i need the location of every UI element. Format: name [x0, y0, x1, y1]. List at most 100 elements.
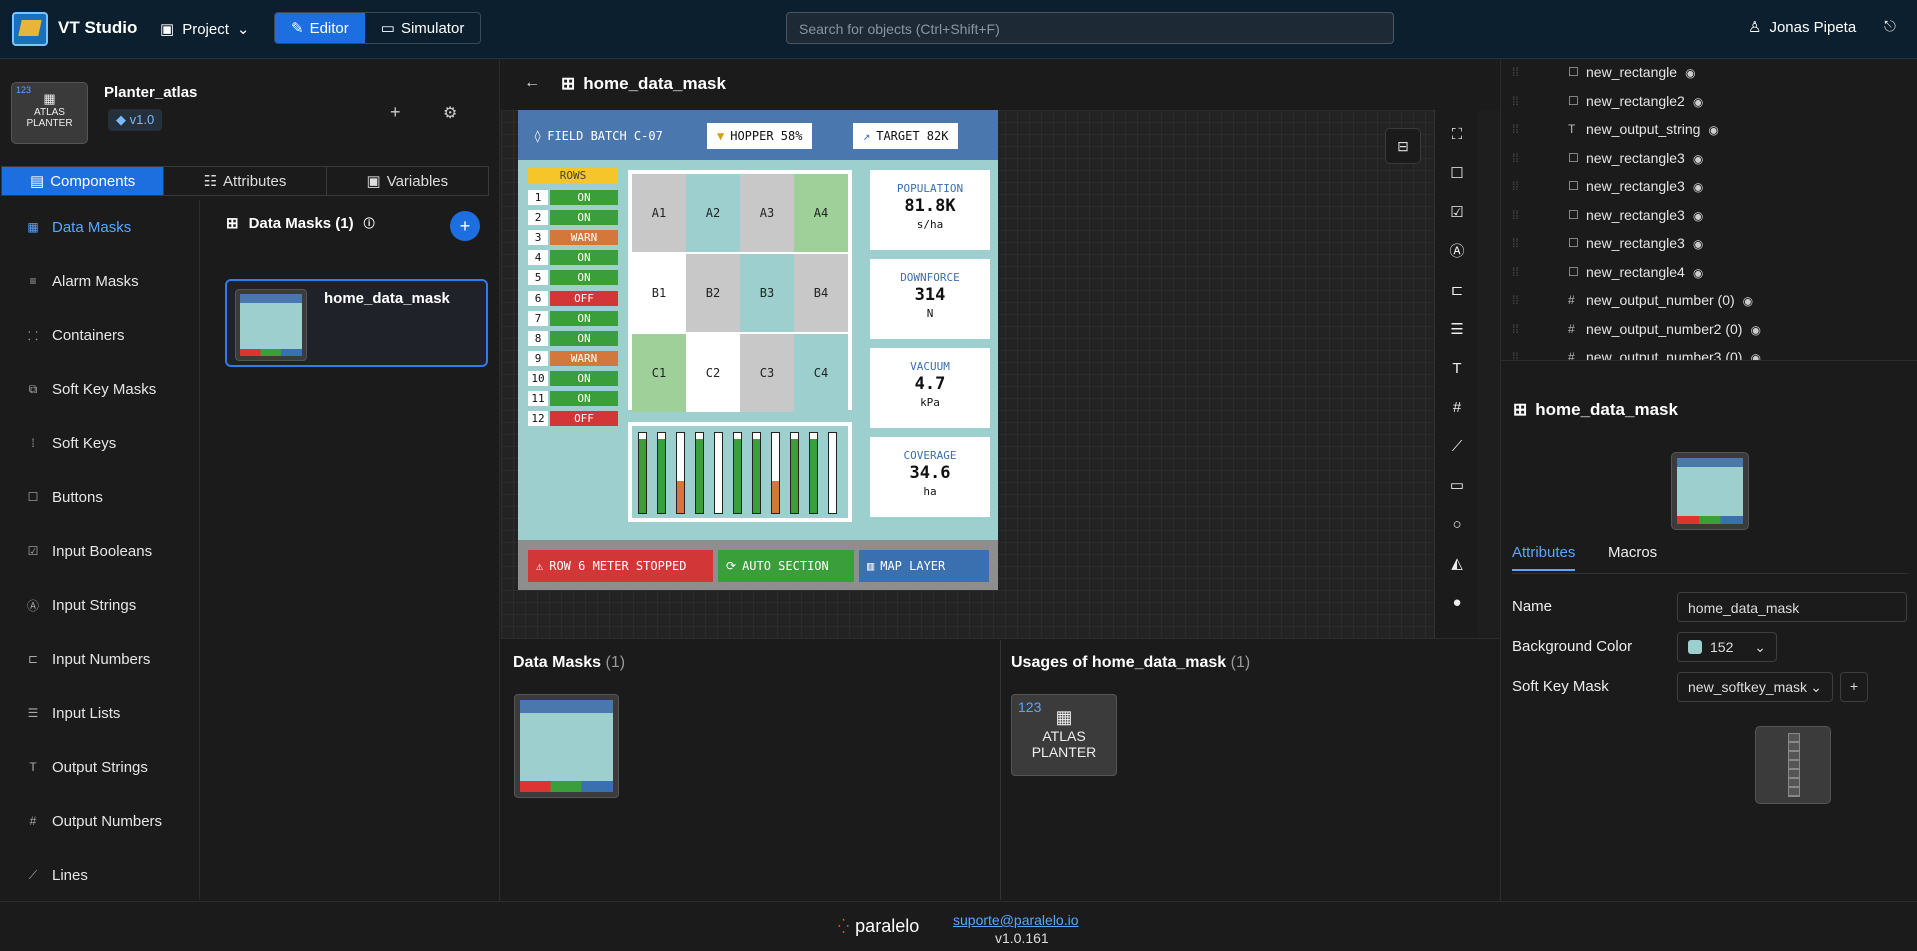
- name-input[interactable]: home_data_mask: [1677, 592, 1907, 622]
- eye-icon[interactable]: ◉: [1750, 323, 1760, 337]
- nav-item-input-lists[interactable]: ☰ Input Lists: [0, 686, 199, 740]
- meter-tool-icon[interactable]: ●: [1435, 584, 1479, 622]
- eye-icon[interactable]: ◉: [1693, 180, 1703, 194]
- input-string-tool-icon[interactable]: Ⓐ: [1435, 233, 1479, 271]
- soft-key-mask-thumbnail[interactable]: [1755, 726, 1831, 804]
- eye-icon[interactable]: ◉: [1743, 294, 1753, 308]
- button-tool-icon[interactable]: ☐: [1435, 155, 1479, 193]
- eye-icon[interactable]: ◉: [1693, 152, 1703, 166]
- nav-item-input-strings[interactable]: Ⓐ Input Strings: [0, 578, 199, 632]
- eye-icon[interactable]: ◉: [1693, 266, 1703, 280]
- line-tool-icon[interactable]: ⟋: [1435, 428, 1479, 466]
- drag-handle-icon[interactable]: ⁞⁞: [1512, 122, 1519, 136]
- tab-variables[interactable]: ▣ Variables: [327, 167, 488, 195]
- fullscreen-icon[interactable]: ⛶: [1435, 116, 1479, 154]
- drag-handle-icon[interactable]: ⁞⁞: [1512, 179, 1519, 193]
- usage-card[interactable]: 123 ▦ ATLAS PLANTER: [1011, 694, 1117, 776]
- align-icon[interactable]: ⊟: [1385, 128, 1421, 164]
- nav-item-soft-keys[interactable]: ⁞ Soft Keys: [0, 416, 199, 470]
- row-state: ON: [550, 391, 618, 406]
- data-masks-heading: ⊞ Data Masks (1) ⓘ: [226, 214, 375, 233]
- support-email-link[interactable]: suporte@paralelo.io: [953, 912, 1079, 928]
- add-icon[interactable]: +: [390, 102, 401, 123]
- search-input[interactable]: Search for objects (Ctrl+Shift+F): [786, 12, 1394, 44]
- eye-icon[interactable]: ◉: [1693, 237, 1703, 251]
- tree-item[interactable]: ⁞⁞ ☐ new_rectangle3 ◉: [1500, 229, 1917, 257]
- tree-item[interactable]: ⁞⁞ # new_output_number (0) ◉: [1500, 286, 1917, 314]
- add-soft-key-mask-button[interactable]: +: [1840, 672, 1868, 702]
- tree-item[interactable]: ⁞⁞ ☐ new_rectangle3 ◉: [1500, 172, 1917, 200]
- nav-item-input-numbers[interactable]: ⊏ Input Numbers: [0, 632, 199, 686]
- input-number-tool-icon[interactable]: ⊏: [1435, 272, 1479, 310]
- chevron-down-icon: ⌄: [236, 21, 250, 38]
- tree-item[interactable]: ⁞⁞ ☐ new_rectangle2 ◉: [1500, 87, 1917, 115]
- nav-item-input-booleans[interactable]: ☑ Input Booleans: [0, 524, 199, 578]
- project-menu-button[interactable]: ▣ Project ⌄: [160, 16, 249, 42]
- row-stopped-button[interactable]: ⚠ ROW 6 METER STOPPED: [528, 550, 713, 582]
- mask-card-name: home_data_mask: [324, 290, 450, 307]
- eye-icon[interactable]: ◉: [1693, 95, 1703, 109]
- simulator-tab[interactable]: ▭ Simulator: [365, 13, 481, 43]
- nav-item-containers[interactable]: ⸬ Containers: [0, 308, 199, 362]
- tree-item[interactable]: ⁞⁞ ☐ new_rectangle ◉: [1500, 60, 1917, 86]
- drag-handle-icon[interactable]: ⁞⁞: [1512, 293, 1519, 307]
- ellipse-tool-icon[interactable]: ○: [1435, 506, 1479, 544]
- tree-item[interactable]: ⁞⁞ ☐ new_rectangle4 ◉: [1500, 258, 1917, 286]
- tab-attributes[interactable]: ☷ Attributes: [164, 167, 327, 195]
- nav-item-lines[interactable]: ⟋ Lines: [0, 848, 199, 902]
- drag-handle-icon[interactable]: ⁞⁞: [1512, 322, 1519, 336]
- nav-item-output-numbers[interactable]: # Output Numbers: [0, 794, 199, 848]
- project-card-number: 123: [16, 85, 32, 95]
- back-arrow-icon[interactable]: ←: [524, 74, 540, 92]
- drag-handle-icon[interactable]: ⁞⁞: [1512, 94, 1519, 108]
- eye-icon[interactable]: ◉: [1750, 351, 1760, 360]
- field-grid: A1 A2 A3 A4 B1 B2 B3 B4 C1 C2 C3 C4: [628, 170, 852, 412]
- vt-mask-preview[interactable]: ◊ FIELD BATCH C-07 ▼ HOPPER 58% ↗ TARGET 82…: [518, 110, 998, 590]
- tree-item[interactable]: ⁞⁞ ☐ new_rectangle3 ◉: [1500, 201, 1917, 229]
- warning-icon: ⚠: [536, 559, 544, 573]
- drag-handle-icon[interactable]: ⁞⁞: [1512, 265, 1519, 279]
- nav-item-buttons[interactable]: ☐ Buttons: [0, 470, 199, 524]
- soft-key-mask-select[interactable]: new_softkey_mask ⌄: [1677, 672, 1833, 702]
- row-stopped-label: ROW 6 METER STOPPED: [549, 559, 687, 573]
- nav-item-soft-key-masks[interactable]: ⧉ Soft Key Masks: [0, 362, 199, 416]
- eye-icon[interactable]: ◉: [1693, 209, 1703, 223]
- data-mask-card[interactable]: home_data_mask: [225, 279, 488, 367]
- tree-item[interactable]: ⁞⁞ # new_output_number3 (0) ◉: [1500, 343, 1917, 360]
- properties-title: ⊞ home_data_mask: [1513, 400, 1678, 420]
- map-layer-button[interactable]: ▥ MAP LAYER: [859, 550, 989, 582]
- polygon-tool-icon[interactable]: ◭: [1435, 545, 1479, 583]
- drag-handle-icon[interactable]: ⁞⁞: [1512, 350, 1519, 360]
- nav-item-output-strings[interactable]: T Output Strings: [0, 740, 199, 794]
- row-bar: [809, 432, 818, 514]
- tree-item[interactable]: ⁞⁞ ☐ new_rectangle3 ◉: [1500, 144, 1917, 172]
- list-tool-icon[interactable]: ☰: [1435, 311, 1479, 349]
- text-tool-icon[interactable]: T: [1435, 350, 1479, 388]
- project-card[interactable]: 123 ▦ ATLAS PLANTER: [11, 82, 88, 144]
- user-menu[interactable]: ♙ Jonas Pipeta: [1748, 18, 1856, 37]
- eye-icon[interactable]: ◉: [1708, 123, 1718, 137]
- auto-section-button[interactable]: ⟳ AUTO SECTION: [718, 550, 854, 582]
- eye-icon[interactable]: ◉: [1685, 66, 1695, 80]
- drag-handle-icon[interactable]: ⁞⁞: [1512, 65, 1519, 79]
- background-color-select[interactable]: 152 ⌄: [1677, 632, 1777, 662]
- gear-icon[interactable]: ⚙: [443, 103, 457, 123]
- nav-item-alarm-masks[interactable]: ≡ Alarm Masks: [0, 254, 199, 308]
- rectangle-tool-icon[interactable]: ▭: [1435, 467, 1479, 505]
- drag-handle-icon[interactable]: ⁞⁞: [1512, 151, 1519, 165]
- tree-item[interactable]: ⁞⁞ # new_output_number2 (0) ◉: [1500, 315, 1917, 343]
- editor-tab[interactable]: ✎ Editor: [275, 13, 365, 43]
- checkbox-tool-icon[interactable]: ☑: [1435, 194, 1479, 232]
- logout-icon[interactable]: ⎋: [1884, 18, 1896, 35]
- tab-attributes-props[interactable]: Attributes: [1512, 544, 1576, 571]
- number-tool-icon[interactable]: #: [1435, 389, 1479, 427]
- tab-macros[interactable]: Macros: [1608, 544, 1657, 569]
- tab-components[interactable]: ▤ Components: [2, 167, 165, 195]
- bottom-mask-thumbnail[interactable]: [514, 694, 619, 798]
- drag-handle-icon[interactable]: ⁞⁞: [1512, 236, 1519, 250]
- nav-item-data-masks[interactable]: ▦ Data Masks: [0, 200, 199, 254]
- tree-item[interactable]: ⁞⁞ Tnew_output_string ◉: [1500, 115, 1917, 143]
- add-data-mask-button[interactable]: +: [450, 211, 480, 241]
- drag-handle-icon[interactable]: ⁞⁞: [1512, 208, 1519, 222]
- row-bars: [628, 422, 852, 522]
